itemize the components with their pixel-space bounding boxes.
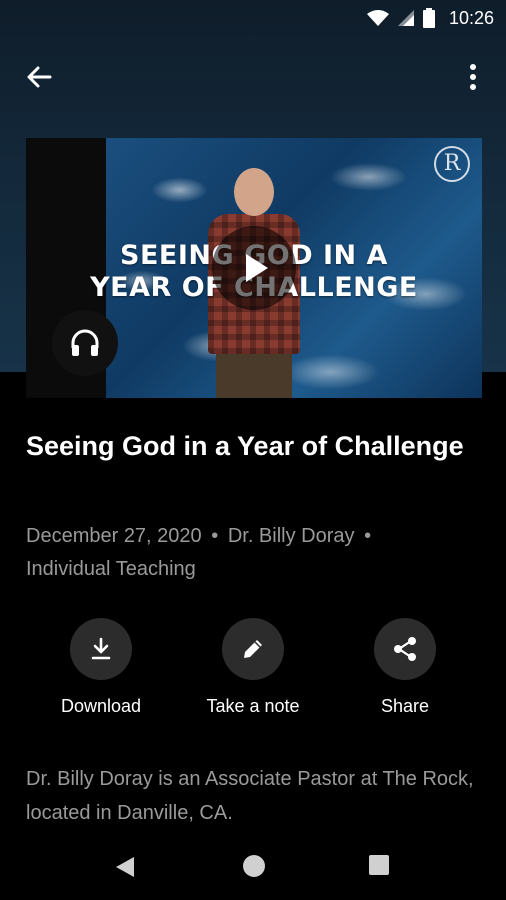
take-note-label: Take a note (206, 696, 300, 716)
church-logo: R (434, 146, 470, 182)
message-title: Seeing God in a Year of Challenge (26, 431, 464, 461)
share-icon (394, 637, 416, 661)
arrow-back-icon (27, 66, 52, 88)
headphones-icon (71, 329, 99, 356)
status-bar: 10:26 (0, 0, 506, 36)
message-description: Dr. Billy Doray is an Associate Pastor a… (26, 768, 474, 824)
play-icon (246, 254, 268, 282)
action-row: Download Take a note Share (0, 618, 506, 728)
download-circle[interactable] (70, 618, 132, 680)
system-navigation-bar (0, 832, 506, 900)
nav-back-icon[interactable] (112, 854, 138, 880)
take-note-button[interactable]: Take a note (178, 618, 328, 717)
message-meta: December 27, 2020 • Dr. Billy Doray • In… (26, 520, 466, 586)
audio-button[interactable] (52, 310, 118, 376)
nav-home-icon[interactable] (242, 854, 266, 878)
download-label: Download (60, 696, 142, 716)
more-options-button[interactable] (456, 60, 490, 94)
message-speaker: Dr. Billy Doray (227, 525, 355, 547)
battery-icon (422, 8, 435, 28)
message-category: Individual Teaching (26, 558, 196, 580)
message-date: December 27, 2020 (26, 525, 202, 547)
meta-separator: • (364, 525, 372, 547)
meta-separator: • (211, 525, 219, 547)
play-button[interactable] (212, 226, 296, 310)
app-bar (0, 48, 506, 104)
more-vert-icon (470, 64, 476, 90)
cell-signal-icon (397, 10, 414, 26)
pencil-icon (244, 640, 262, 658)
wifi-icon (366, 10, 389, 26)
share-button[interactable]: Share (330, 618, 480, 717)
back-button[interactable] (22, 60, 56, 94)
status-time: 10:26 (448, 7, 494, 28)
share-label: Share (380, 696, 430, 716)
download-icon (91, 637, 111, 660)
nav-recents-icon[interactable] (368, 854, 390, 876)
download-button[interactable]: Download (26, 618, 176, 717)
take-note-circle[interactable] (222, 618, 284, 680)
share-circle[interactable] (374, 618, 436, 680)
